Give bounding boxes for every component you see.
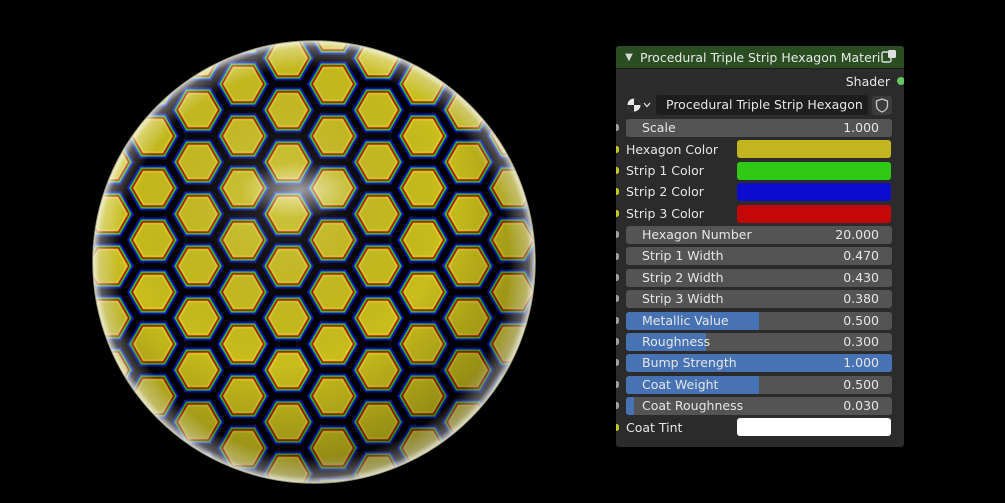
input-sockets-list: Scale 1.000 Hexagon Color Strip 1 Color Stri… — [616, 117, 904, 438]
color-input-label: Strip 1 Color — [626, 162, 704, 178]
color-input-label: Strip 2 Color — [626, 184, 704, 200]
number-field[interactable]: Strip 3 Width 0.380 — [626, 290, 892, 309]
slider-label: Coat Weight — [642, 376, 719, 392]
input-row-scale: Scale 1.000 — [616, 117, 904, 138]
factor-slider[interactable]: Coat Roughness 0.030 — [626, 397, 892, 416]
input-socket[interactable] — [616, 359, 619, 367]
factor-slider[interactable]: Coat Weight 0.500 — [626, 375, 892, 394]
input-row-roughness: Roughness 0.300 — [616, 331, 904, 352]
material-preview-sphere — [92, 40, 536, 484]
material-sphere-icon — [627, 98, 651, 112]
input-socket[interactable] — [616, 188, 619, 196]
input-row-coat-weight: Coat Weight 0.500 — [616, 374, 904, 395]
slider-label: Strip 2 Width — [642, 269, 724, 285]
input-row-strip-2-width: Strip 2 Width 0.430 — [616, 267, 904, 288]
input-socket[interactable] — [616, 231, 619, 239]
slider-label: Strip 3 Width — [642, 291, 724, 307]
input-socket[interactable] — [616, 338, 619, 346]
input-row-hexagon-number: Hexagon Number 20.000 — [616, 224, 904, 245]
input-row-hexagon-color: Hexagon Color — [616, 138, 904, 159]
input-socket[interactable] — [616, 380, 619, 388]
number-field[interactable]: Strip 2 Width 0.430 — [626, 268, 892, 287]
input-row-metallic-value: Metallic Value 0.500 — [616, 310, 904, 331]
slider-label: Coat Roughness — [642, 398, 744, 414]
slider-value: 0.380 — [843, 291, 879, 307]
node-group-selector[interactable]: Procedural Triple Strip Hexagon ... — [616, 93, 904, 117]
input-socket[interactable] — [616, 252, 619, 260]
shader-output-socket[interactable] — [897, 77, 904, 85]
color-input-label: Hexagon Color — [626, 141, 719, 157]
input-socket[interactable] — [616, 124, 619, 132]
slider-label: Roughness — [642, 333, 711, 349]
slider-value: 0.430 — [843, 269, 879, 285]
input-socket[interactable] — [616, 423, 619, 431]
input-row-strip-3-width: Strip 3 Width 0.380 — [616, 288, 904, 309]
slider-fill — [626, 397, 634, 416]
input-socket[interactable] — [616, 295, 619, 303]
slider-value: 1.000 — [843, 355, 879, 371]
factor-slider[interactable]: Bump Strength 1.000 — [626, 354, 892, 373]
factor-slider[interactable]: Roughness 0.300 — [626, 332, 892, 351]
input-row-strip-2-color: Strip 2 Color — [616, 181, 904, 202]
input-socket[interactable] — [616, 273, 619, 281]
color-swatch[interactable] — [737, 204, 891, 223]
slider-value: 20.000 — [835, 226, 879, 242]
number-field[interactable]: Strip 1 Width 0.470 — [626, 247, 892, 266]
chevron-down-icon[interactable]: ▼ — [622, 52, 636, 63]
slider-label: Strip 1 Width — [642, 248, 724, 264]
slider-value: 0.500 — [843, 376, 879, 392]
material-browse-button[interactable] — [626, 96, 652, 115]
input-row-coat-roughness: Coat Roughness 0.030 — [616, 395, 904, 416]
input-row-strip-3-color: Strip 3 Color — [616, 203, 904, 224]
color-input-label: Strip 3 Color — [626, 205, 704, 221]
output-shader-label: Shader — [845, 73, 890, 89]
slider-label: Scale — [642, 120, 676, 135]
slider-value: 0.030 — [843, 398, 879, 414]
factor-slider[interactable]: Metallic Value 0.500 — [626, 311, 892, 330]
node-group-name-field[interactable]: Procedural Triple Strip Hexagon ... — [656, 95, 868, 115]
node-header[interactable]: ▼ Procedural Triple Strip Hexagon Materi… — [616, 46, 904, 69]
shader-group-node[interactable]: ▼ Procedural Triple Strip Hexagon Materi… — [616, 46, 904, 447]
slider-label: Hexagon Number — [642, 226, 752, 242]
slider-value: 0.470 — [843, 248, 879, 264]
input-row-strip-1-color: Strip 1 Color — [616, 160, 904, 181]
color-swatch[interactable] — [737, 140, 891, 159]
slider-label: Bump Strength — [642, 355, 737, 371]
color-input-label: Coat Tint — [626, 419, 683, 435]
output-shader-row: Shader — [616, 69, 904, 93]
shield-icon — [875, 97, 889, 113]
color-swatch[interactable] — [737, 161, 891, 180]
number-field[interactable]: Scale 1.000 — [626, 119, 892, 137]
input-socket[interactable] — [616, 166, 619, 174]
number-field[interactable]: Hexagon Number 20.000 — [626, 225, 892, 244]
input-socket[interactable] — [616, 316, 619, 324]
input-row-strip-1-width: Strip 1 Width 0.470 — [616, 245, 904, 266]
slider-value: 1.000 — [843, 120, 879, 135]
slider-label: Metallic Value — [642, 312, 729, 328]
input-socket[interactable] — [616, 145, 619, 153]
input-socket[interactable] — [616, 209, 619, 217]
fake-user-button[interactable] — [872, 95, 892, 115]
input-row-bump-strength: Bump Strength 1.000 — [616, 352, 904, 373]
input-row-coat-tint: Coat Tint — [616, 416, 904, 437]
input-socket[interactable] — [616, 402, 619, 410]
color-swatch[interactable] — [737, 183, 891, 202]
slider-value: 0.300 — [843, 333, 879, 349]
slider-value: 0.500 — [843, 312, 879, 328]
chevron-down-icon — [643, 102, 651, 108]
node-title: Procedural Triple Strip Hexagon Material — [640, 49, 880, 65]
color-swatch[interactable] — [737, 418, 891, 437]
node-tree-icon[interactable] — [880, 49, 898, 65]
